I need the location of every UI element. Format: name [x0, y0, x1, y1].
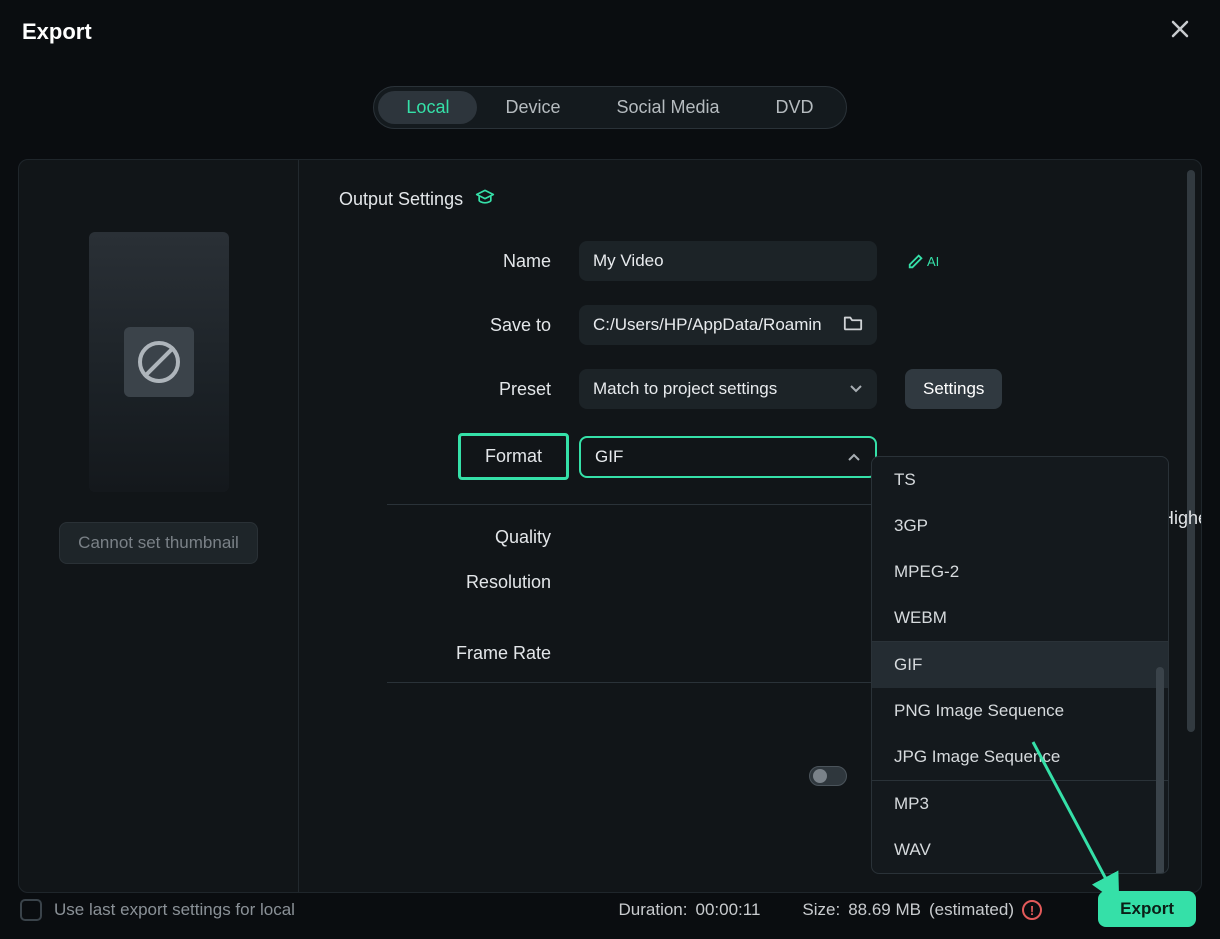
format-label-highlight: Format	[458, 433, 569, 480]
format-option-mpeg2[interactable]: MPEG-2	[872, 549, 1168, 595]
preset-select[interactable]: Match to project settings	[579, 369, 877, 409]
graduation-cap-icon[interactable]	[475, 188, 495, 211]
row-name: Name My Video AI	[339, 241, 1161, 281]
use-last-checkbox[interactable]	[20, 899, 42, 921]
format-value: GIF	[595, 447, 623, 467]
saveto-label: Save to	[339, 315, 579, 336]
dialog-title: Export	[22, 19, 92, 45]
warning-icon[interactable]: !	[1022, 900, 1042, 920]
format-option-3gp[interactable]: 3GP	[872, 503, 1168, 549]
size-label: Size:	[802, 900, 840, 920]
folder-icon[interactable]	[843, 314, 863, 337]
format-option-ts[interactable]: TS	[872, 457, 1168, 503]
preset-settings-button[interactable]: Settings	[905, 369, 1002, 409]
output-settings-heading: Output Settings	[339, 188, 1161, 211]
output-settings-column: Output Settings Name My Video AI Save to…	[299, 160, 1201, 892]
resolution-label: Resolution	[339, 572, 579, 593]
close-icon[interactable]	[1162, 14, 1198, 50]
thumbnail-preview	[89, 232, 229, 492]
toggle-switch[interactable]	[809, 766, 847, 786]
chevron-up-icon	[847, 447, 861, 467]
tab-local[interactable]: Local	[378, 91, 477, 124]
name-input[interactable]: My Video	[579, 241, 877, 281]
use-last-label: Use last export settings for local	[54, 900, 295, 920]
chevron-down-icon	[849, 379, 863, 399]
name-label: Name	[339, 251, 579, 272]
output-settings-label: Output Settings	[339, 189, 463, 210]
titlebar: Export	[0, 0, 1220, 58]
thumbnail-column: Cannot set thumbnail	[19, 160, 299, 892]
set-thumbnail-button: Cannot set thumbnail	[59, 522, 258, 564]
row-preset: Preset Match to project settings Setting…	[339, 369, 1161, 409]
size-estimated: (estimated)	[929, 900, 1014, 920]
footer: Use last export settings for local Durat…	[0, 881, 1220, 939]
tab-social-media[interactable]: Social Media	[588, 91, 747, 124]
preset-label: Preset	[339, 379, 579, 400]
preset-value: Match to project settings	[593, 379, 777, 399]
row-saveto: Save to C:/Users/HP/AppData/Roamin	[339, 305, 1161, 345]
format-select[interactable]: GIF	[579, 436, 877, 478]
saveto-value: C:/Users/HP/AppData/Roamin	[593, 315, 822, 335]
format-option-jpg-seq[interactable]: JPG Image Sequence	[872, 734, 1168, 780]
ai-edit-icon[interactable]: AI	[907, 252, 939, 270]
tabs-container: Local Device Social Media DVD	[0, 58, 1220, 141]
tab-device[interactable]: Device	[477, 91, 588, 124]
no-preview-icon	[124, 327, 194, 397]
format-option-mp3[interactable]: MP3	[872, 780, 1168, 827]
dropdown-scrollbar[interactable]	[1156, 667, 1164, 874]
duration-value: 00:00:11	[695, 900, 760, 920]
settings-panel: Cannot set thumbnail Output Settings Nam…	[18, 159, 1202, 893]
format-option-webm[interactable]: WEBM	[872, 595, 1168, 641]
format-option-png-seq[interactable]: PNG Image Sequence	[872, 688, 1168, 734]
framerate-label: Frame Rate	[339, 643, 579, 664]
format-option-wav[interactable]: WAV	[872, 827, 1168, 873]
export-button[interactable]: Export	[1098, 891, 1196, 927]
footer-info: Duration: 00:00:11 Size: 88.69 MB (estim…	[619, 900, 1043, 920]
size-value: 88.69 MB	[848, 900, 921, 920]
tab-dvd[interactable]: DVD	[748, 91, 842, 124]
name-value: My Video	[593, 251, 664, 271]
saveto-input[interactable]: C:/Users/HP/AppData/Roamin	[579, 305, 877, 345]
tabs-pill: Local Device Social Media DVD	[373, 86, 846, 129]
format-option-gif[interactable]: GIF	[872, 641, 1168, 688]
format-dropdown: TS 3GP MPEG-2 WEBM GIF PNG Image Sequenc…	[871, 456, 1169, 874]
quality-label: Quality	[339, 527, 579, 548]
duration-label: Duration:	[619, 900, 688, 920]
